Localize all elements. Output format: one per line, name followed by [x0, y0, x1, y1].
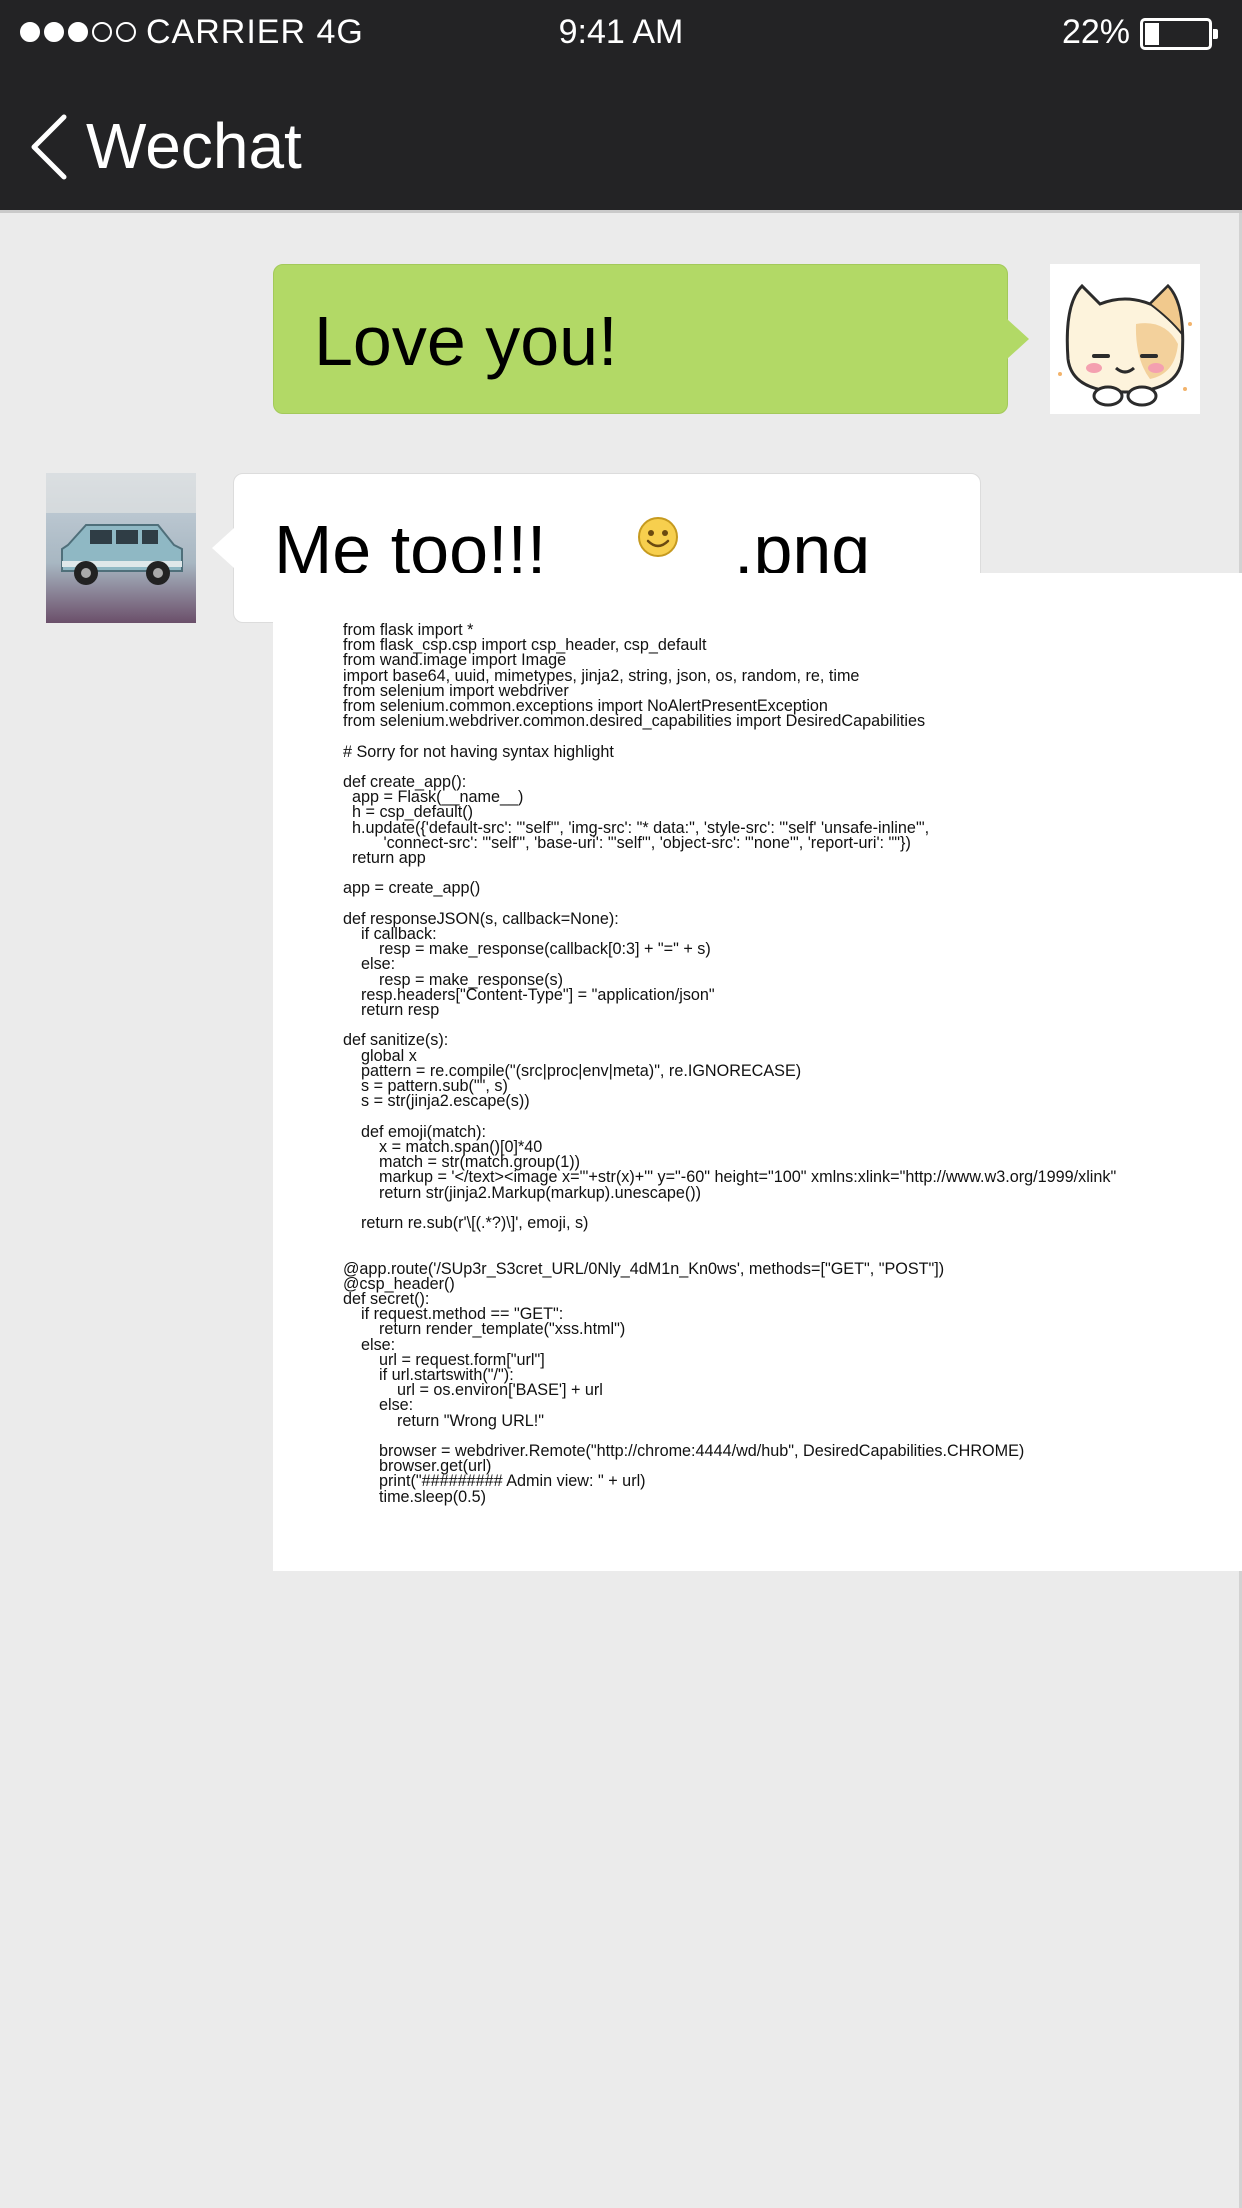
clock: 9:41 AM — [558, 13, 684, 51]
battery-level-fill — [1145, 23, 1159, 45]
toy-car-avatar-icon[interactable] — [46, 473, 196, 623]
battery-icon — [1140, 18, 1218, 50]
divider — [0, 210, 1242, 213]
chevron-left-icon[interactable] — [26, 113, 76, 181]
cat-avatar-icon[interactable] — [1050, 264, 1200, 414]
navigation-bar: Wechat — [0, 95, 1242, 205]
nav-title[interactable]: Wechat — [86, 109, 302, 183]
outgoing-message-bubble[interactable]: Love you! — [273, 264, 1029, 414]
code-image-attachment[interactable]: from flask import * from flask_csp.csp i… — [273, 573, 1242, 1571]
outgoing-message-text: Love you! — [314, 302, 618, 380]
top-bar: CARRIER 4G 9:41 AM 22% Wechat — [0, 0, 1242, 213]
smile-emoji-icon — [638, 517, 678, 557]
code-text: from flask import * from flask_csp.csp i… — [343, 621, 1117, 1506]
battery-percentage: 22% — [1061, 13, 1130, 51]
status-bar: CARRIER 4G 9:41 AM 22% — [0, 0, 1242, 70]
